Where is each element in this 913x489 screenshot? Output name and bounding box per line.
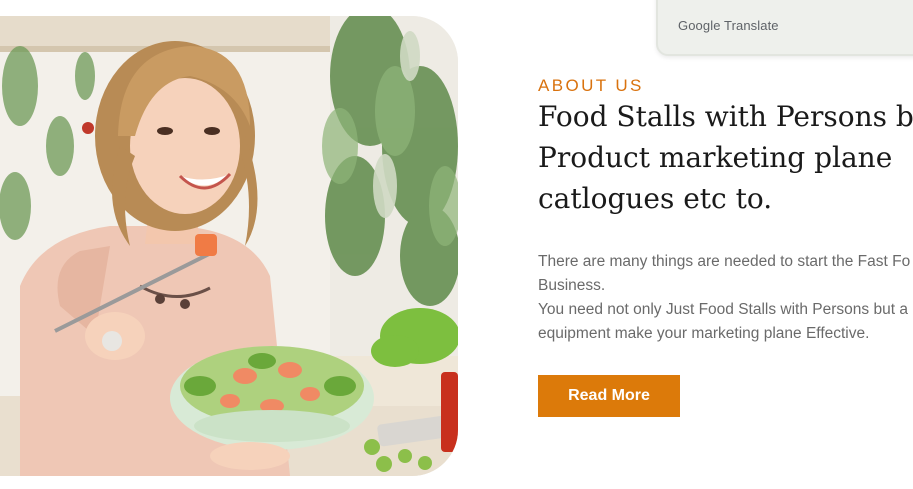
description-line: equipment make your marketing plane Effe… <box>538 325 870 342</box>
section-description: There are many things are needed to star… <box>538 250 913 346</box>
translate-text: Translate <box>724 18 779 33</box>
headline-line: Product marketing plane <box>538 141 893 174</box>
description-line: You need not only Just Food Stalls with … <box>538 301 908 318</box>
google-translate-widget[interactable]: Google Translate <box>656 0 913 56</box>
read-more-button[interactable]: Read More <box>538 375 680 417</box>
google-translate-label[interactable]: Google Translate <box>678 18 779 33</box>
google-brand: Google <box>678 18 721 33</box>
about-section: Google Translate ABOUT US Food Stalls wi… <box>0 0 913 489</box>
hero-photo <box>0 16 458 476</box>
section-headline: Food Stalls with Persons bu Product mark… <box>538 96 913 219</box>
description-line: There are many things are needed to star… <box>538 253 911 270</box>
woman-eating-salad-illustration <box>0 16 458 476</box>
description-line: Business. <box>538 277 606 294</box>
headline-line: catlogues etc to. <box>538 182 773 215</box>
section-eyebrow: ABOUT US <box>538 76 644 95</box>
headline-line: Food Stalls with Persons bu <box>538 100 913 133</box>
